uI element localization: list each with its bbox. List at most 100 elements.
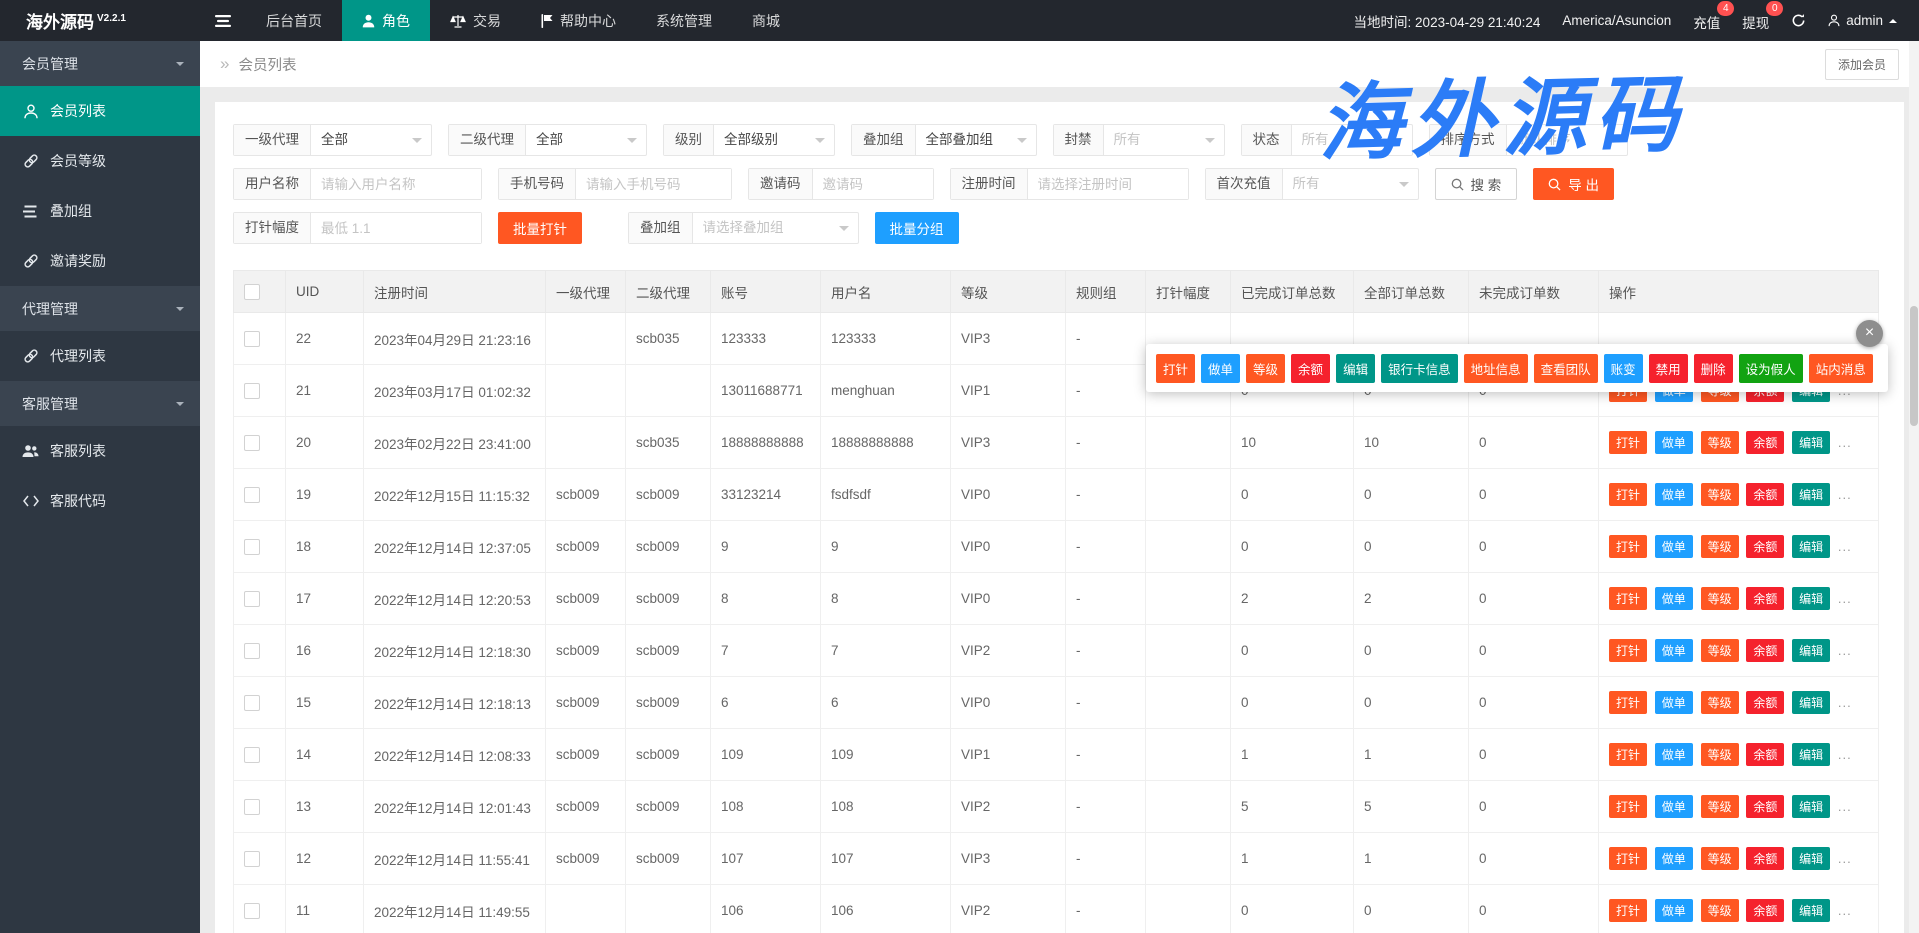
- filter-select[interactable]: 级别 全部级别: [663, 124, 835, 156]
- balance-button[interactable]: 余额: [1746, 743, 1784, 766]
- balance-button[interactable]: 余额: [1746, 847, 1784, 870]
- row-checkbox[interactable]: [244, 903, 260, 919]
- level-button[interactable]: 等级: [1701, 899, 1739, 922]
- popup-action-button[interactable]: 设为假人: [1739, 354, 1803, 383]
- row-checkbox[interactable]: [244, 331, 260, 347]
- more-actions[interactable]: ...: [1838, 487, 1852, 502]
- row-checkbox[interactable]: [244, 383, 260, 399]
- nav-item-help[interactable]: 帮助中心: [521, 0, 636, 41]
- row-checkbox[interactable]: [244, 487, 260, 503]
- select-all-checkbox[interactable]: [244, 284, 260, 300]
- popup-action-button[interactable]: 编辑: [1336, 354, 1375, 383]
- nav-item-roles[interactable]: 角色: [342, 0, 430, 41]
- refresh-button[interactable]: [1791, 13, 1806, 28]
- stack-group-filter[interactable]: 叠加组 请选择叠加组: [628, 212, 859, 244]
- level-button[interactable]: 等级: [1701, 483, 1739, 506]
- edit-button[interactable]: 编辑: [1792, 795, 1830, 818]
- make-order-button[interactable]: 做单: [1655, 483, 1693, 506]
- row-checkbox[interactable]: [244, 695, 260, 711]
- inject-button[interactable]: 打针: [1609, 535, 1647, 558]
- row-checkbox[interactable]: [244, 539, 260, 555]
- popup-action-button[interactable]: 做单: [1201, 354, 1240, 383]
- search-button[interactable]: 搜 索: [1435, 168, 1518, 200]
- level-button[interactable]: 等级: [1701, 743, 1739, 766]
- popup-action-button[interactable]: 站内消息: [1809, 354, 1873, 383]
- sidebar-item-agent-list[interactable]: 代理列表: [0, 331, 200, 381]
- sidebar-item-invite-reward[interactable]: 邀请奖励: [0, 236, 200, 286]
- invite-code-input[interactable]: [813, 169, 933, 199]
- register-time-input[interactable]: [1028, 169, 1188, 199]
- popup-action-button[interactable]: 银行卡信息: [1381, 354, 1458, 383]
- nav-item-system[interactable]: 系统管理: [636, 0, 732, 41]
- scrollbar-thumb[interactable]: [1910, 306, 1918, 426]
- more-actions[interactable]: ...: [1838, 591, 1852, 606]
- make-order-button[interactable]: 做单: [1655, 847, 1693, 870]
- balance-button[interactable]: 余额: [1746, 535, 1784, 558]
- inject-button[interactable]: 打针: [1609, 743, 1647, 766]
- more-actions[interactable]: ...: [1838, 747, 1852, 762]
- row-checkbox[interactable]: [244, 851, 260, 867]
- row-checkbox[interactable]: [244, 747, 260, 763]
- edit-button[interactable]: 编辑: [1792, 431, 1830, 454]
- balance-button[interactable]: 余额: [1746, 431, 1784, 454]
- edit-button[interactable]: 编辑: [1792, 847, 1830, 870]
- inject-button[interactable]: 打针: [1609, 431, 1647, 454]
- sidebar-item-member-list[interactable]: 会员列表: [0, 86, 200, 136]
- more-actions[interactable]: ...: [1838, 695, 1852, 710]
- popup-action-button[interactable]: 禁用: [1649, 354, 1688, 383]
- sidebar-group-support[interactable]: 客服管理: [0, 381, 200, 426]
- row-checkbox[interactable]: [244, 435, 260, 451]
- balance-button[interactable]: 余额: [1746, 483, 1784, 506]
- make-order-button[interactable]: 做单: [1655, 899, 1693, 922]
- balance-button[interactable]: 余额: [1746, 795, 1784, 818]
- more-actions[interactable]: ...: [1838, 539, 1852, 554]
- row-checkbox[interactable]: [244, 591, 260, 607]
- filter-select[interactable]: 封禁 所有: [1053, 124, 1225, 156]
- balance-button[interactable]: 余额: [1746, 691, 1784, 714]
- popup-action-button[interactable]: 等级: [1246, 354, 1285, 383]
- inject-button[interactable]: 打针: [1609, 483, 1647, 506]
- username-input[interactable]: [311, 169, 481, 199]
- first-recharge-value[interactable]: 所有: [1283, 169, 1418, 199]
- edit-button[interactable]: 编辑: [1792, 483, 1830, 506]
- popup-action-button[interactable]: 地址信息: [1464, 354, 1528, 383]
- popup-action-button[interactable]: 余额: [1291, 354, 1330, 383]
- menu-toggle-button[interactable]: [200, 0, 246, 41]
- level-button[interactable]: 等级: [1701, 587, 1739, 610]
- filter-select[interactable]: 叠加组 全部叠加组: [851, 124, 1037, 156]
- more-actions[interactable]: ...: [1838, 903, 1852, 918]
- popup-action-button[interactable]: 账变: [1604, 354, 1643, 383]
- export-button[interactable]: 导 出: [1533, 168, 1614, 200]
- edit-button[interactable]: 编辑: [1792, 691, 1830, 714]
- filter-select[interactable]: 二级代理 全部: [448, 124, 647, 156]
- balance-button[interactable]: 余额: [1746, 639, 1784, 662]
- level-button[interactable]: 等级: [1701, 431, 1739, 454]
- first-recharge-filter[interactable]: 首次充值 所有: [1205, 168, 1419, 200]
- level-button[interactable]: 等级: [1701, 847, 1739, 870]
- add-member-button[interactable]: 添加会员: [1825, 49, 1899, 80]
- level-button[interactable]: 等级: [1701, 639, 1739, 662]
- make-order-button[interactable]: 做单: [1655, 639, 1693, 662]
- nav-item-trade[interactable]: 交易: [430, 0, 521, 41]
- popup-close-button[interactable]: ×: [1856, 320, 1883, 347]
- popup-action-button[interactable]: 查看团队: [1534, 354, 1598, 383]
- sidebar-item-support-list[interactable]: 客服列表: [0, 426, 200, 476]
- more-actions[interactable]: ...: [1838, 799, 1852, 814]
- popup-action-button[interactable]: 删除: [1694, 354, 1733, 383]
- inject-button[interactable]: 打针: [1609, 639, 1647, 662]
- level-button[interactable]: 等级: [1701, 691, 1739, 714]
- batch-group-button[interactable]: 批量分组: [875, 212, 959, 244]
- withdraw-menu[interactable]: 提现 0: [1742, 10, 1769, 32]
- recharge-menu[interactable]: 充值 4: [1693, 10, 1720, 32]
- inject-button[interactable]: 打针: [1609, 847, 1647, 870]
- inject-button[interactable]: 打针: [1609, 691, 1647, 714]
- sidebar-group-agents[interactable]: 代理管理: [0, 286, 200, 331]
- user-menu[interactable]: admin: [1828, 13, 1897, 28]
- phone-input[interactable]: [576, 169, 731, 199]
- make-order-button[interactable]: 做单: [1655, 795, 1693, 818]
- more-actions[interactable]: ...: [1838, 643, 1852, 658]
- row-checkbox[interactable]: [244, 643, 260, 659]
- popup-action-button[interactable]: 打针: [1156, 354, 1195, 383]
- filter-select[interactable]: 状态 所有: [1241, 124, 1413, 156]
- filter-select[interactable]: 排序方式 默认排序: [1429, 124, 1628, 156]
